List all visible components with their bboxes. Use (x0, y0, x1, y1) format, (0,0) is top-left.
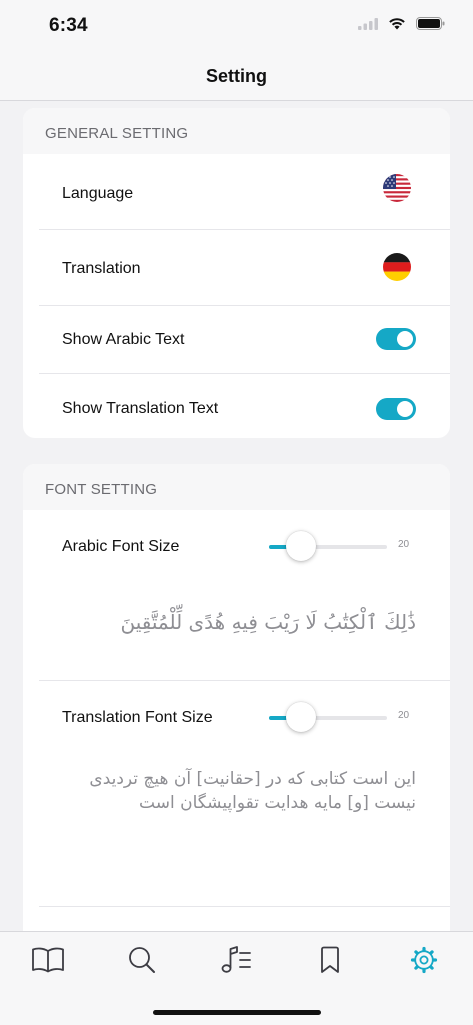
wifi-icon (389, 18, 405, 30)
signal-icon (358, 17, 378, 30)
tab-search[interactable] (122, 940, 162, 980)
show-translation-row: Show Translation Text (39, 374, 450, 438)
gear-icon (410, 946, 438, 974)
arabic-preview-text: ذَٰلِكَ ٱلْكِتَٰبُ لَا رَيْبَ فِيهِ هُدً… (120, 610, 416, 634)
font-settings-card: FONT SETTING Arabic Font Size 20 ذَٰلِكَ… (23, 464, 450, 944)
search-icon (129, 947, 155, 973)
translation-font-size-value: 20 (398, 710, 410, 721)
show-arabic-label: Show Arabic Text (62, 331, 185, 348)
arabic-font-size-row: Arabic Font Size 20 ذَٰلِكَ ٱلْكِتَٰبُ ل… (39, 510, 450, 681)
status-bar: 6:34 (0, 0, 473, 54)
toggle-knob (397, 401, 413, 417)
translation-font-size-row: Translation Font Size 20 این است کتابی ک… (39, 681, 450, 907)
bookmark-icon (321, 946, 339, 973)
home-indicator (153, 1010, 321, 1015)
translation-font-size-slider[interactable] (269, 702, 387, 732)
tab-read[interactable] (28, 940, 68, 980)
font-section-header: FONT SETTING (23, 464, 450, 510)
toggle-knob (397, 331, 413, 347)
arabic-font-size-slider[interactable] (269, 531, 387, 561)
battery-icon (416, 17, 445, 30)
arabic-font-size-label: Arabic Font Size (62, 538, 180, 555)
music-list-icon (221, 946, 251, 973)
general-settings-card: GENERAL SETTING Language Translation Sho… (23, 108, 450, 438)
status-icons (358, 17, 445, 30)
language-row[interactable]: Language (39, 154, 450, 230)
show-arabic-row: Show Arabic Text (39, 306, 450, 374)
translation-font-size-label: Translation Font Size (62, 709, 213, 726)
arabic-font-size-value: 20 (398, 539, 410, 550)
nav-bar: Setting (0, 54, 473, 101)
tab-bookmarks[interactable] (310, 940, 350, 980)
font-section-title: FONT SETTING (45, 481, 158, 498)
status-time: 6:34 (49, 15, 88, 36)
show-arabic-toggle[interactable] (376, 328, 416, 350)
tab-audio[interactable] (216, 940, 256, 980)
show-translation-label: Show Translation Text (62, 400, 219, 417)
general-section-header: GENERAL SETTING (23, 108, 450, 154)
language-label: Language (62, 185, 134, 202)
slider-thumb[interactable] (286, 531, 316, 561)
book-icon (32, 947, 64, 973)
general-section-title: GENERAL SETTING (45, 125, 189, 142)
us-flag-icon (383, 174, 411, 202)
translation-row[interactable]: Translation (39, 230, 450, 306)
page-title: Setting (206, 66, 267, 86)
germany-flag-icon (383, 253, 411, 281)
show-translation-toggle[interactable] (376, 398, 416, 420)
translation-label: Translation (62, 260, 141, 277)
tab-settings[interactable] (404, 940, 444, 980)
slider-thumb[interactable] (286, 702, 316, 732)
translation-preview-text: این است کتابی که در [حقانیت] آن هیچ تردی… (89, 769, 416, 813)
